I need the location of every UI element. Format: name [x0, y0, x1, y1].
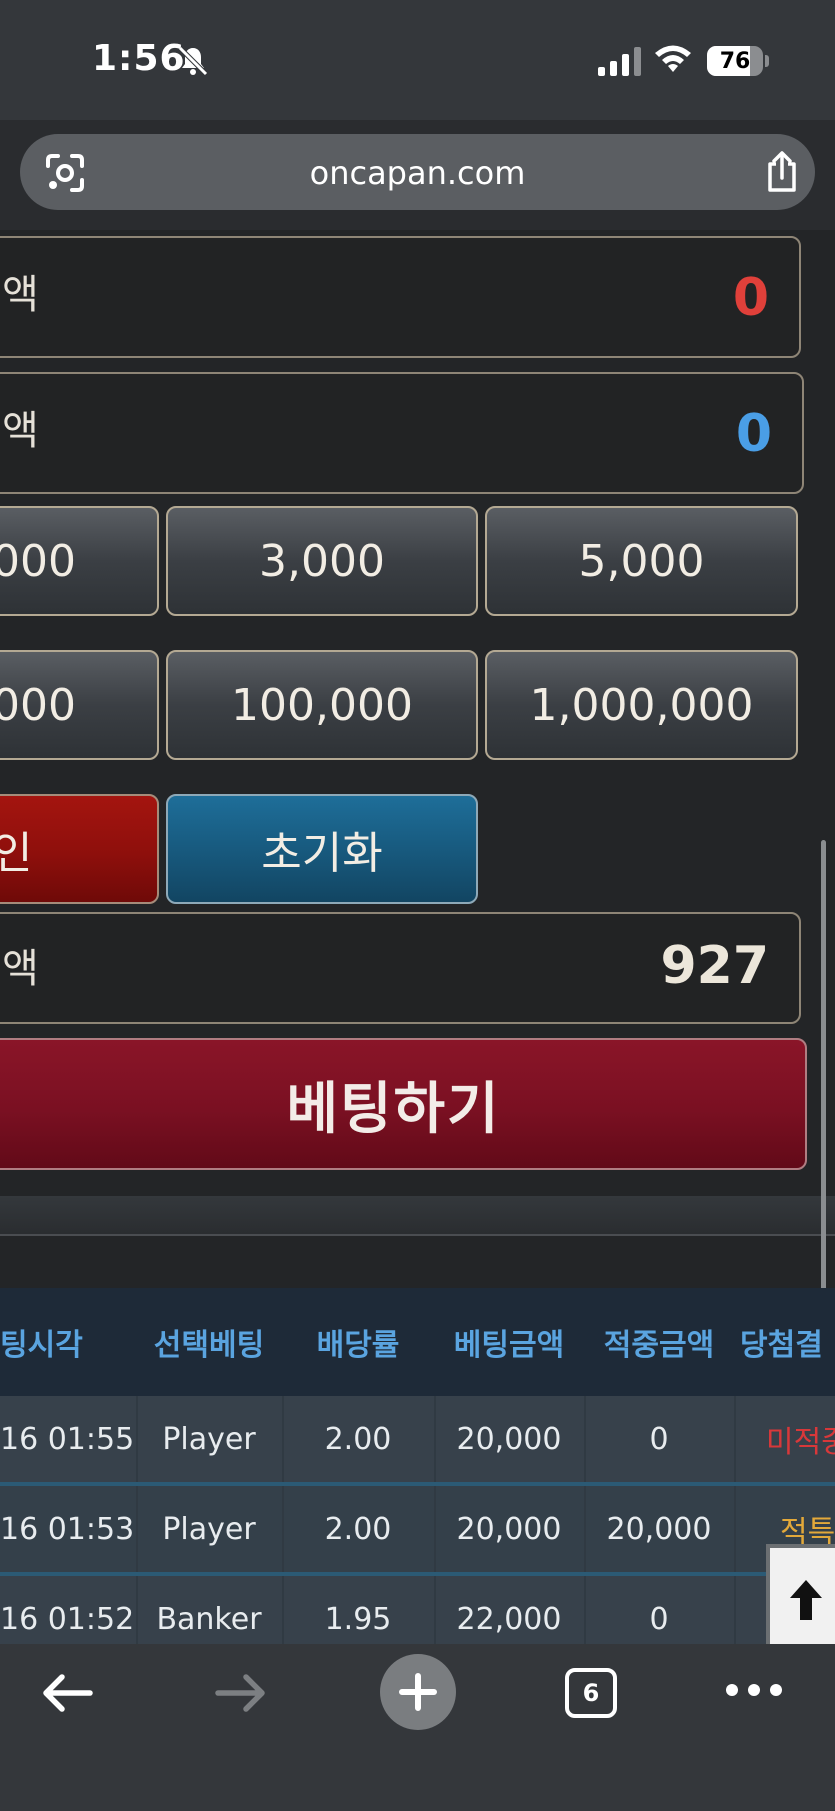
col-header-time: 팅시각 — [0, 1328, 83, 1363]
panel-value: 0 — [732, 268, 769, 328]
more-menu-icon[interactable] — [726, 1684, 782, 1696]
battery-icon: 76 — [707, 46, 763, 76]
col-header-win: 적중금액 — [603, 1328, 715, 1363]
new-tab-button[interactable] — [380, 1654, 456, 1730]
table-row: 16 01:55 Player 2.00 20,000 0 미적중 — [0, 1396, 835, 1482]
cell-odds: 2.00 — [324, 1511, 392, 1547]
cell-time: 16 01:55 — [0, 1421, 135, 1457]
cell-time: 16 01:53 — [0, 1511, 135, 1547]
browser-toolbar: 6 — [0, 1644, 835, 1811]
col-header-result: 당첨결 — [740, 1328, 823, 1363]
cell-time: 16 01:52 — [0, 1601, 135, 1637]
cell-result: 미적중 — [766, 1425, 835, 1460]
balance-label: 액 — [2, 946, 39, 992]
url-text[interactable]: oncapan.com — [20, 154, 815, 192]
bet-history-header: 팅시각 선택베팅 배당률 베팅금액 적중금액 당첨결 — [0, 1288, 835, 1396]
clock: 1:56 — [92, 38, 186, 79]
table-row: 16 01:52 Banker 1.95 22,000 0 미적 — [0, 1576, 835, 1644]
col-header-odds: 배당률 — [316, 1328, 400, 1363]
scroll-to-top-button[interactable] — [766, 1544, 835, 1644]
panel-label: 액 — [2, 272, 39, 318]
cell-choice: Player — [162, 1421, 256, 1457]
battery-level: 76 — [719, 48, 751, 74]
table-row: 16 01:53 Player 2.00 20,000 20,000 적특 — [0, 1486, 835, 1572]
page-content: 액 0 액 0 000 3,000 5,000 000 100,000 1,00… — [0, 230, 835, 1644]
reset-button[interactable]: 초기화 — [166, 794, 478, 904]
cell-bet: 20,000 — [456, 1511, 562, 1547]
balance-value: 927 — [660, 936, 769, 996]
plus-icon — [399, 1673, 437, 1711]
cell-bet: 22,000 — [456, 1601, 562, 1637]
panel-value: 0 — [735, 404, 772, 464]
amount-panel-2: 액 0 — [0, 372, 804, 494]
forward-arrow-icon[interactable] — [214, 1672, 268, 1714]
cell-odds: 2.00 — [324, 1421, 392, 1457]
panel-label: 액 — [2, 408, 39, 454]
arrow-up-icon — [790, 1580, 822, 1620]
section-divider — [0, 1196, 835, 1236]
amount-button-100000[interactable]: 100,000 — [166, 650, 478, 760]
cell-win: 0 — [649, 1601, 669, 1637]
amount-panel-1: 액 0 — [0, 236, 801, 358]
cell-win: 0 — [649, 1421, 669, 1457]
amount-button-1000000[interactable]: 1,000,000 — [485, 650, 798, 760]
cell-odds: 1.95 — [324, 1601, 392, 1637]
back-arrow-icon[interactable] — [40, 1672, 94, 1714]
cell-bet: 20,000 — [456, 1421, 562, 1457]
cellular-signal-icon — [598, 46, 641, 76]
tab-switcher-button[interactable]: 6 — [565, 1668, 617, 1718]
amount-button[interactable]: 000 — [0, 650, 159, 760]
place-bet-button[interactable]: 베팅하기 — [0, 1038, 807, 1170]
amount-button-5000[interactable]: 5,000 — [485, 506, 798, 616]
confirm-button[interactable]: 인 — [0, 794, 159, 904]
share-icon[interactable] — [762, 150, 802, 194]
balance-panel: 액 927 — [0, 912, 801, 1024]
cell-choice: Player — [162, 1511, 256, 1547]
address-bar[interactable]: oncapan.com — [20, 134, 815, 210]
col-header-choice: 선택베팅 — [153, 1328, 265, 1363]
cell-win: 20,000 — [606, 1511, 712, 1547]
cell-choice: Banker — [156, 1601, 262, 1637]
wifi-icon — [655, 45, 691, 72]
col-header-bet: 베팅금액 — [453, 1328, 565, 1363]
amount-button[interactable]: 000 — [0, 506, 159, 616]
bell-muted-icon — [178, 46, 208, 76]
amount-button-3000[interactable]: 3,000 — [166, 506, 478, 616]
status-bar: 1:56 76 oncapan.com — [0, 0, 835, 210]
